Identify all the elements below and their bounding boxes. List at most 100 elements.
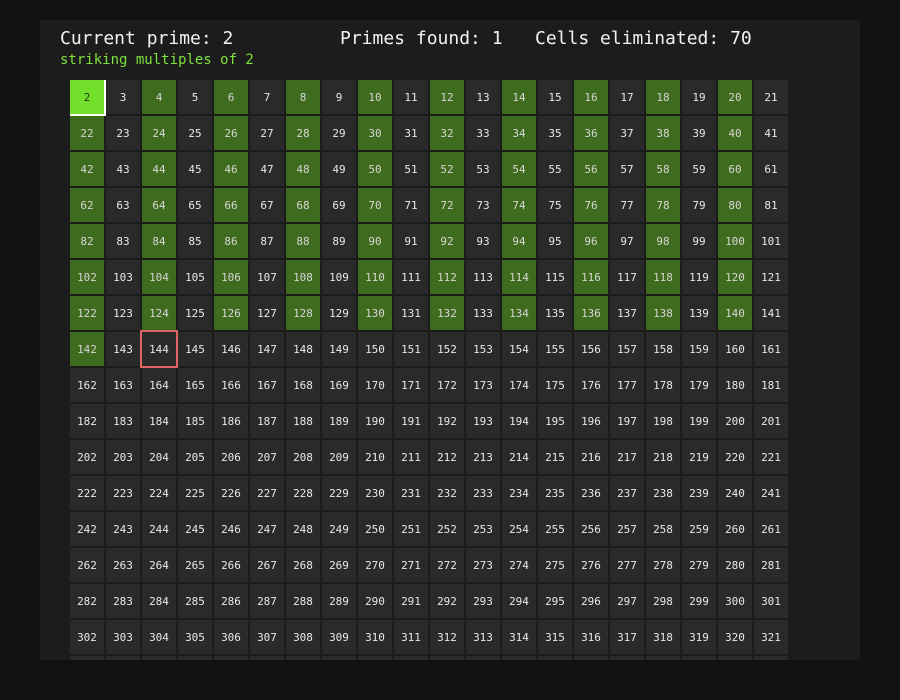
grid-cell-170[interactable]: 170 (358, 368, 392, 402)
grid-cell-128[interactable]: 128 (286, 296, 320, 330)
grid-cell-305[interactable]: 305 (178, 620, 212, 654)
grid-cell-104[interactable]: 104 (142, 260, 176, 294)
grid-cell-78[interactable]: 78 (646, 188, 680, 222)
grid-cell-167[interactable]: 167 (250, 368, 284, 402)
grid-cell-273[interactable]: 273 (466, 548, 500, 582)
grid-cell-277[interactable]: 277 (610, 548, 644, 582)
grid-cell-152[interactable]: 152 (430, 332, 464, 366)
grid-cell-242[interactable]: 242 (70, 512, 104, 546)
grid-cell-37[interactable]: 37 (610, 116, 644, 150)
grid-cell-64[interactable]: 64 (142, 188, 176, 222)
grid-cell-243[interactable]: 243 (106, 512, 140, 546)
grid-cell-18[interactable]: 18 (646, 80, 680, 114)
grid-cell-9[interactable]: 9 (322, 80, 356, 114)
grid-cell-131[interactable]: 131 (394, 296, 428, 330)
grid-cell-207[interactable]: 207 (250, 440, 284, 474)
grid-cell-62[interactable]: 62 (70, 188, 104, 222)
grid-cell-67[interactable]: 67 (250, 188, 284, 222)
grid-cell-70[interactable]: 70 (358, 188, 392, 222)
grid-cell-200[interactable]: 200 (718, 404, 752, 438)
grid-cell-282[interactable]: 282 (70, 584, 104, 618)
grid-cell-194[interactable]: 194 (502, 404, 536, 438)
grid-cell-59[interactable]: 59 (682, 152, 716, 186)
grid-cell-161[interactable]: 161 (754, 332, 788, 366)
grid-cell-292[interactable]: 292 (430, 584, 464, 618)
grid-cell-117[interactable]: 117 (610, 260, 644, 294)
grid-cell-135[interactable]: 135 (538, 296, 572, 330)
grid-cell-197[interactable]: 197 (610, 404, 644, 438)
grid-cell-276[interactable]: 276 (574, 548, 608, 582)
grid-cell-74[interactable]: 74 (502, 188, 536, 222)
grid-cell-191[interactable]: 191 (394, 404, 428, 438)
grid-cell-257[interactable]: 257 (610, 512, 644, 546)
grid-cell-188[interactable]: 188 (286, 404, 320, 438)
grid-cell-271[interactable]: 271 (394, 548, 428, 582)
grid-cell-12[interactable]: 12 (430, 80, 464, 114)
grid-cell-66[interactable]: 66 (214, 188, 248, 222)
grid-cell-233[interactable]: 233 (466, 476, 500, 510)
grid-cell-139[interactable]: 139 (682, 296, 716, 330)
grid-cell-179[interactable]: 179 (682, 368, 716, 402)
grid-cell-21[interactable]: 21 (754, 80, 788, 114)
grid-cell-123[interactable]: 123 (106, 296, 140, 330)
grid-cell-189[interactable]: 189 (322, 404, 356, 438)
grid-cell-229[interactable]: 229 (322, 476, 356, 510)
grid-cell-336[interactable]: 336 (574, 656, 608, 660)
grid-cell-51[interactable]: 51 (394, 152, 428, 186)
grid-cell-8[interactable]: 8 (286, 80, 320, 114)
grid-cell-24[interactable]: 24 (142, 116, 176, 150)
grid-cell-174[interactable]: 174 (502, 368, 536, 402)
grid-cell-145[interactable]: 145 (178, 332, 212, 366)
grid-cell-175[interactable]: 175 (538, 368, 572, 402)
grid-cell-294[interactable]: 294 (502, 584, 536, 618)
grid-cell-48[interactable]: 48 (286, 152, 320, 186)
grid-cell-314[interactable]: 314 (502, 620, 536, 654)
grid-cell-151[interactable]: 151 (394, 332, 428, 366)
grid-cell-203[interactable]: 203 (106, 440, 140, 474)
grid-cell-193[interactable]: 193 (466, 404, 500, 438)
grid-cell-115[interactable]: 115 (538, 260, 572, 294)
grid-cell-92[interactable]: 92 (430, 224, 464, 258)
grid-cell-23[interactable]: 23 (106, 116, 140, 150)
grid-cell-77[interactable]: 77 (610, 188, 644, 222)
grid-cell-275[interactable]: 275 (538, 548, 572, 582)
grid-cell-65[interactable]: 65 (178, 188, 212, 222)
grid-cell-215[interactable]: 215 (538, 440, 572, 474)
grid-cell-42[interactable]: 42 (70, 152, 104, 186)
grid-cell-114[interactable]: 114 (502, 260, 536, 294)
grid-cell-39[interactable]: 39 (682, 116, 716, 150)
grid-cell-149[interactable]: 149 (322, 332, 356, 366)
grid-cell-210[interactable]: 210 (358, 440, 392, 474)
grid-cell-47[interactable]: 47 (250, 152, 284, 186)
grid-cell-184[interactable]: 184 (142, 404, 176, 438)
grid-cell-291[interactable]: 291 (394, 584, 428, 618)
grid-cell-280[interactable]: 280 (718, 548, 752, 582)
grid-cell-308[interactable]: 308 (286, 620, 320, 654)
grid-cell-222[interactable]: 222 (70, 476, 104, 510)
grid-cell-247[interactable]: 247 (250, 512, 284, 546)
grid-cell-61[interactable]: 61 (754, 152, 788, 186)
grid-cell-87[interactable]: 87 (250, 224, 284, 258)
grid-cell-260[interactable]: 260 (718, 512, 752, 546)
grid-cell-267[interactable]: 267 (250, 548, 284, 582)
grid-cell-337[interactable]: 337 (610, 656, 644, 660)
grid-cell-158[interactable]: 158 (646, 332, 680, 366)
grid-cell-75[interactable]: 75 (538, 188, 572, 222)
grid-cell-38[interactable]: 38 (646, 116, 680, 150)
grid-cell-258[interactable]: 258 (646, 512, 680, 546)
grid-cell-241[interactable]: 241 (754, 476, 788, 510)
grid-cell-73[interactable]: 73 (466, 188, 500, 222)
grid-cell-245[interactable]: 245 (178, 512, 212, 546)
grid-cell-264[interactable]: 264 (142, 548, 176, 582)
grid-cell-106[interactable]: 106 (214, 260, 248, 294)
grid-cell-3[interactable]: 3 (106, 80, 140, 114)
grid-cell-250[interactable]: 250 (358, 512, 392, 546)
grid-cell-146[interactable]: 146 (214, 332, 248, 366)
grid-cell-223[interactable]: 223 (106, 476, 140, 510)
grid-cell-121[interactable]: 121 (754, 260, 788, 294)
grid-cell-166[interactable]: 166 (214, 368, 248, 402)
grid-cell-52[interactable]: 52 (430, 152, 464, 186)
grid-cell-172[interactable]: 172 (430, 368, 464, 402)
grid-cell-159[interactable]: 159 (682, 332, 716, 366)
grid-cell-22[interactable]: 22 (70, 116, 104, 150)
